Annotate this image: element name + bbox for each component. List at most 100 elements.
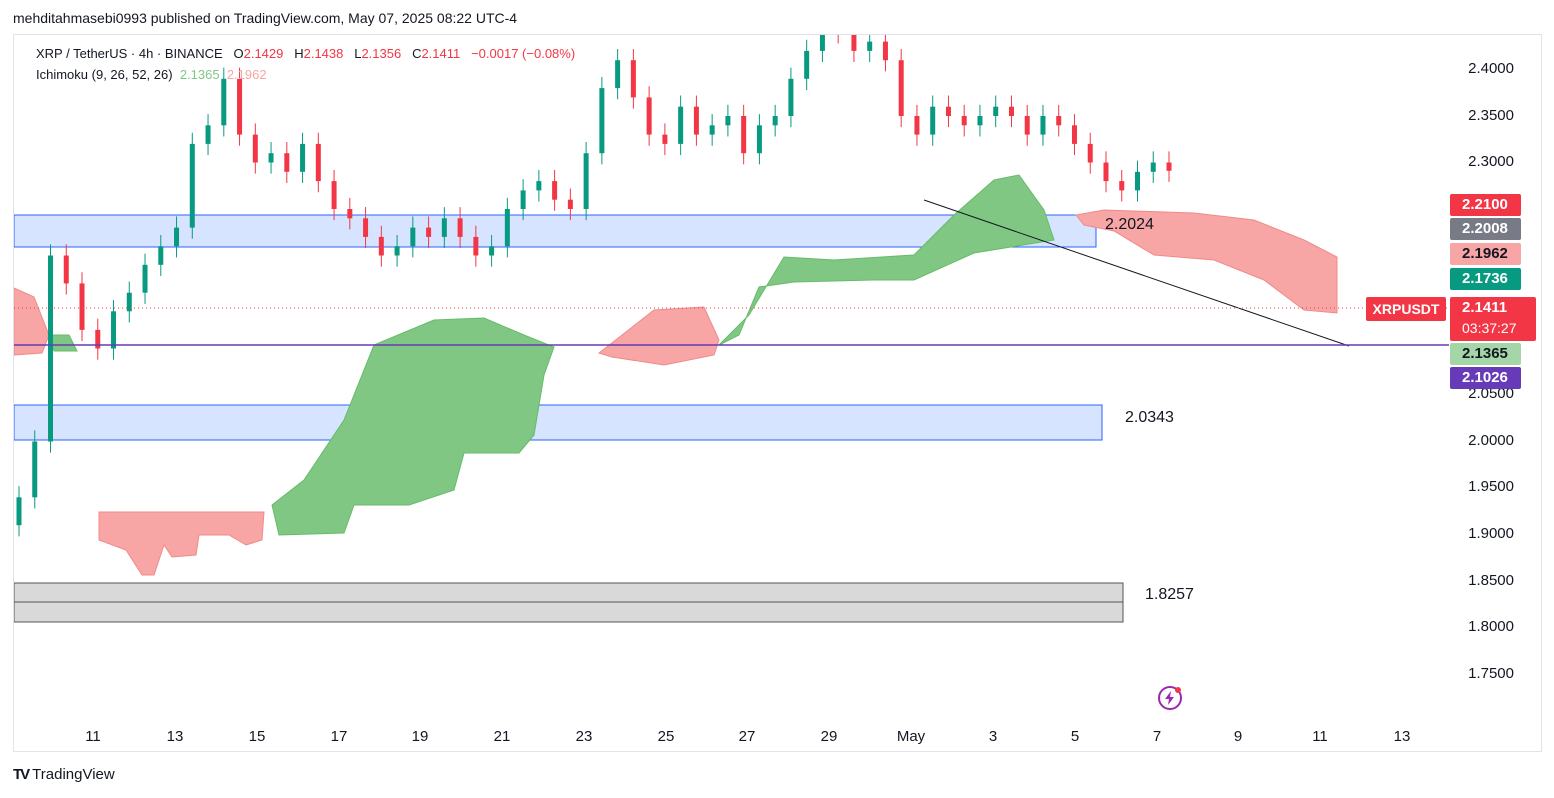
- support-zone: [14, 404, 1103, 441]
- price-tag-1962: 2.1962: [1450, 243, 1521, 265]
- tradingview-logo-text: TradingView: [32, 766, 115, 783]
- candle-body: [646, 97, 652, 135]
- candle-body: [662, 134, 668, 144]
- candle-body: [1024, 116, 1030, 135]
- y-axis-tick-label: 1.9000: [1468, 525, 1514, 542]
- candle-body: [1040, 116, 1046, 135]
- y-axis-tick-label: 1.8500: [1468, 572, 1514, 589]
- candle-body: [473, 236, 479, 256]
- price-tag-1365: 2.1365: [1450, 343, 1521, 365]
- indicator-name[interactable]: Ichimoku (9, 26, 52, 26): [36, 67, 173, 82]
- symbol-line[interactable]: XRP / TetherUS · 4h · BINANCE: [36, 46, 223, 61]
- candle-body: [205, 125, 211, 144]
- open-value: 2.1429: [243, 46, 284, 61]
- y-axis-tick-label: 1.7500: [1468, 665, 1514, 682]
- x-axis-tick-label: 19: [412, 728, 429, 745]
- candle-body: [788, 78, 794, 116]
- candle-body: [630, 60, 636, 98]
- candle-body: [930, 106, 936, 135]
- candle-body: [851, 35, 857, 51]
- y-axis-tick-label: 2.3000: [1468, 153, 1514, 170]
- candle-body: [772, 116, 778, 126]
- candle-body: [394, 246, 400, 256]
- tradingview-logo-icon: TV: [13, 766, 30, 783]
- candle-body: [504, 209, 510, 247]
- change-value: −0.0017 (−0.08%): [471, 46, 576, 61]
- candle-body: [300, 143, 306, 172]
- symbol-legend: XRP / TetherUS · 4h · BINANCE O2.1429 H 2…: [36, 46, 575, 61]
- x-axis-tick-label: 9: [1234, 728, 1242, 745]
- indicator-value-1: 2.1365: [179, 67, 220, 82]
- candle-body: [977, 116, 983, 126]
- ichimoku-cloud-bullish: [718, 174, 1055, 346]
- candle-body: [615, 60, 621, 89]
- zone-label-middle: 2.0343: [1125, 409, 1174, 426]
- candle-body: [804, 50, 810, 79]
- candle-body: [961, 116, 967, 126]
- candle-body: [252, 134, 258, 163]
- ichimoku-cloud-bearish: [98, 511, 265, 576]
- candle-body: [189, 143, 195, 228]
- candle-body: [489, 246, 495, 256]
- candle-body: [867, 41, 873, 51]
- last-price-tag: 2.1411 03:37:27: [1450, 297, 1536, 341]
- candle-body: [174, 227, 180, 247]
- candle-body: [410, 227, 416, 247]
- x-axis-tick-label: 27: [739, 728, 756, 745]
- high-label: H: [294, 46, 304, 61]
- candle-body: [536, 181, 542, 191]
- candle-body: [331, 181, 337, 209]
- close-value: 2.1411: [421, 46, 461, 61]
- candle-body: [819, 35, 825, 51]
- x-axis-tick-label: 13: [1394, 728, 1411, 745]
- candle-body: [914, 116, 920, 135]
- candle-body: [441, 218, 447, 237]
- candle-body: [898, 60, 904, 116]
- candle-body: [1119, 181, 1125, 191]
- x-axis-tick-label: 29: [821, 728, 838, 745]
- bar-countdown: 03:37:27: [1462, 320, 1517, 336]
- candle-body: [1150, 162, 1156, 172]
- candle-body: [315, 143, 321, 182]
- x-axis-tick-label: 15: [249, 728, 266, 745]
- lightning-icon[interactable]: [1156, 684, 1184, 712]
- ichimoku-cloud-bearish: [597, 306, 720, 366]
- x-axis-tick-label: May: [897, 728, 926, 745]
- chart-pane[interactable]: 2.4000 2.3500 2.3000 2.0500 2.0000 1.9500 1.90…: [13, 34, 1542, 752]
- zone-label-upper: 2.2024: [1105, 216, 1154, 233]
- candle-body: [709, 125, 715, 135]
- candle-body: [126, 292, 132, 312]
- y-axis-tick-label: 2.4000: [1468, 60, 1514, 77]
- open-label: O: [233, 46, 244, 61]
- y-axis-tick-label: 1.8000: [1468, 618, 1514, 635]
- candle-body: [552, 181, 558, 200]
- x-axis-tick-label: 3: [989, 728, 997, 745]
- candle-body: [378, 236, 384, 256]
- candle-body: [48, 255, 54, 442]
- indicator-legend[interactable]: Ichimoku (9, 26, 52, 26) 2.1365 2.1962: [36, 67, 267, 82]
- chart-canvas[interactable]: 2.40002.35002.30002.05002.00001.95001.90…: [14, 35, 1543, 753]
- candle-body: [741, 116, 747, 154]
- candle-body: [237, 78, 243, 135]
- candle-body: [1103, 162, 1109, 182]
- y-axis-tick-label: 2.3500: [1468, 107, 1514, 124]
- y-axis-tick-label: 2.0000: [1468, 432, 1514, 449]
- candle-body: [945, 106, 951, 116]
- ichimoku-cloud-bullish: [48, 334, 78, 352]
- tradingview-logo[interactable]: TV TradingView: [13, 766, 115, 783]
- x-axis-tick-label: 11: [1312, 728, 1328, 745]
- candle-body: [1166, 162, 1172, 171]
- indicator-value-2: 2.1962: [226, 67, 267, 82]
- candle-body: [1071, 125, 1077, 144]
- last-price-value: 2.1411: [1462, 299, 1508, 316]
- symbol-price-tag: XRPUSDT: [1366, 297, 1446, 321]
- candle-body: [756, 125, 762, 154]
- zone-label-lower: 1.8257: [1145, 586, 1194, 603]
- candle-body: [993, 106, 999, 116]
- x-axis-tick-label: 7: [1153, 728, 1161, 745]
- candle-body: [457, 218, 463, 237]
- candle-body: [221, 78, 227, 126]
- candle-body: [63, 255, 69, 284]
- candle-body: [725, 116, 731, 126]
- candle-body: [32, 441, 38, 498]
